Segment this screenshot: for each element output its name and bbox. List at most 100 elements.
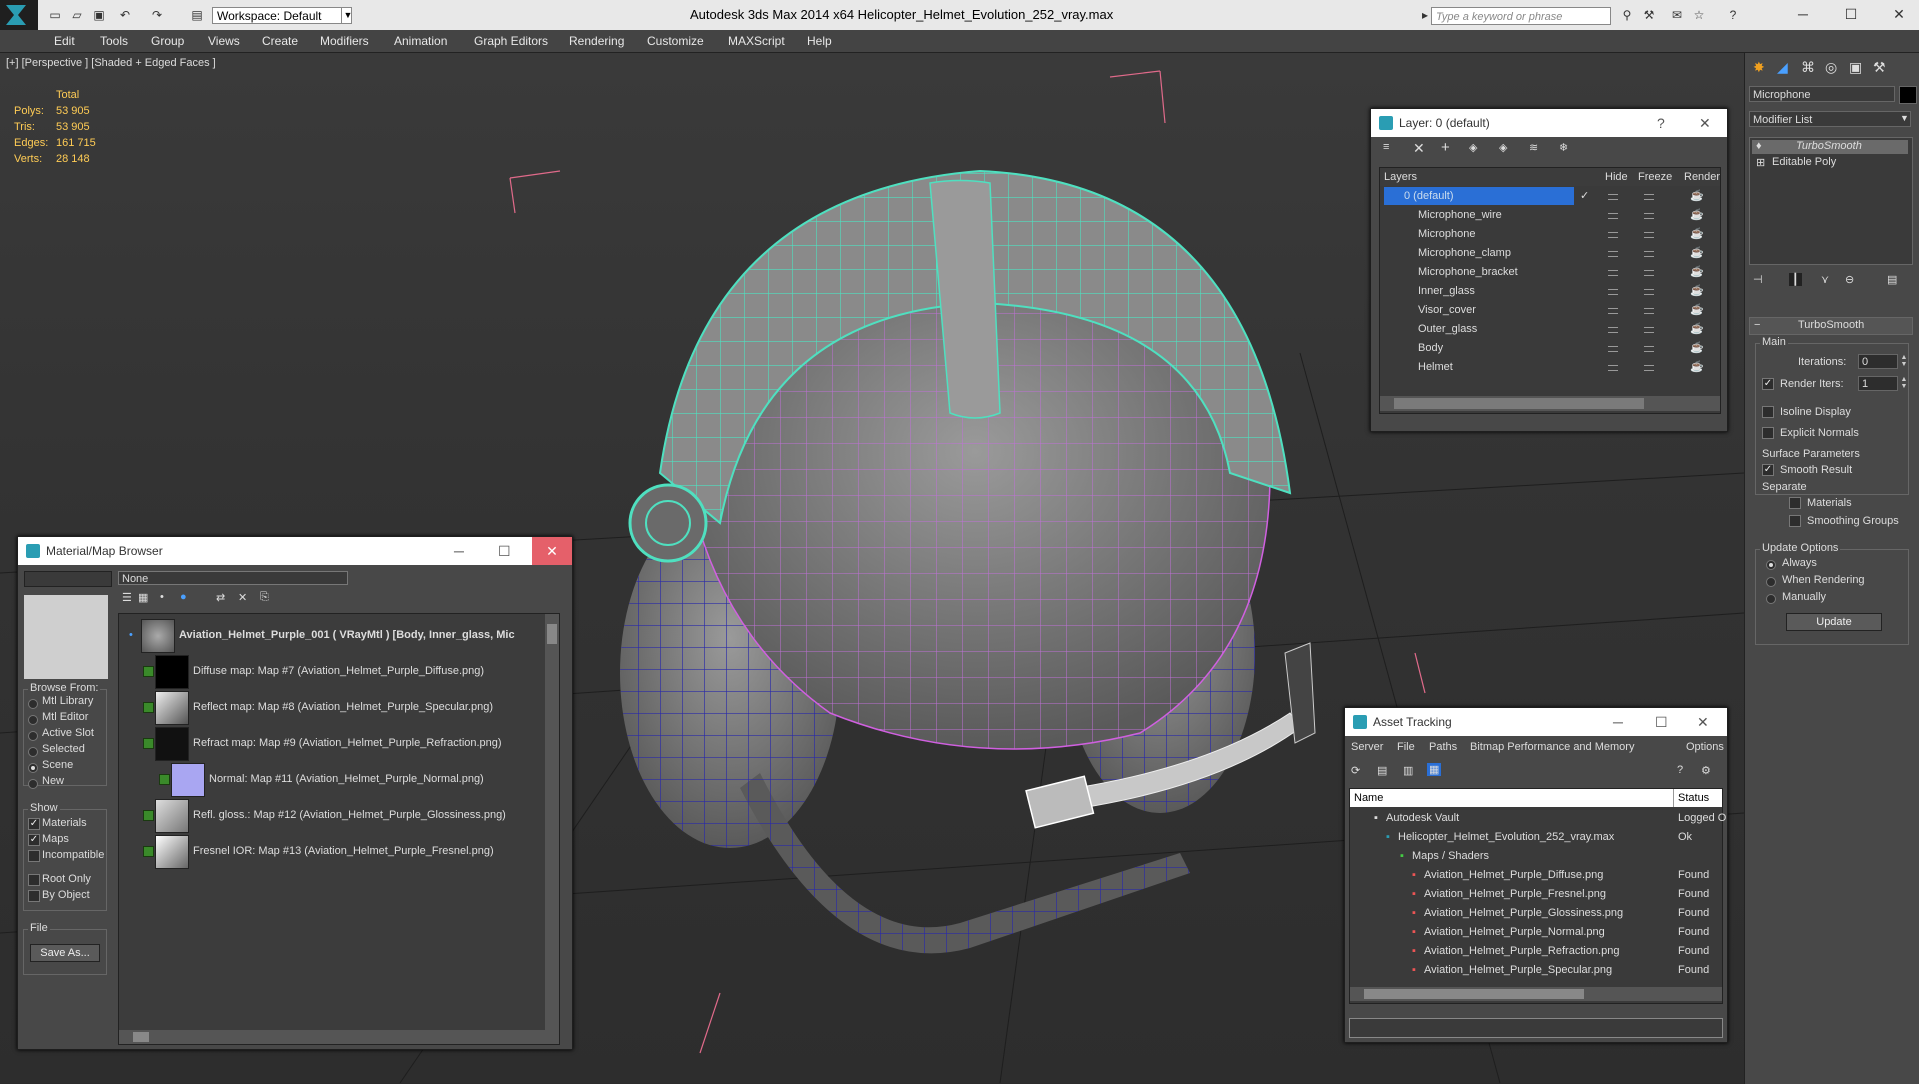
separate-materials-checkbox[interactable] bbox=[1789, 497, 1801, 509]
render-teapot-icon[interactable]: ☕ bbox=[1690, 187, 1704, 206]
modify-tab-icon[interactable]: ◢ bbox=[1777, 59, 1788, 76]
bulb-icon[interactable]: ♦ bbox=[1756, 140, 1762, 152]
menu-group[interactable]: Group bbox=[151, 34, 184, 48]
configure-sets-icon[interactable]: ▤ bbox=[1887, 273, 1897, 286]
asset-row[interactable]: ▪ Aviation_Helmet_Purple_Diffuse.png Found bbox=[1350, 866, 1722, 885]
menu-bitmap-performance[interactable]: Bitmap Performance and Memory bbox=[1470, 741, 1634, 753]
render-teapot-icon[interactable]: ☕ bbox=[1690, 244, 1704, 263]
connect-icon[interactable]: ⇄ bbox=[216, 591, 225, 604]
app-logo-icon[interactable] bbox=[0, 0, 38, 30]
turbosmooth-rollout-header[interactable]: − TurboSmooth bbox=[1749, 317, 1913, 335]
layer-dialog-titlebar[interactable]: Layer: 0 (default) ? ✕ bbox=[1371, 109, 1727, 137]
render-iters-checkbox[interactable]: ✓ bbox=[1762, 378, 1774, 390]
minimize-window-button[interactable]: ─ bbox=[1788, 4, 1818, 24]
material-browser-titlebar[interactable]: Material/Map Browser ─ ☐ ✕ bbox=[18, 537, 572, 565]
favorites-star-icon[interactable]: ☆ bbox=[1692, 8, 1706, 22]
close-icon[interactable]: ✕ bbox=[1697, 708, 1709, 736]
redo-icon[interactable]: ↷ bbox=[150, 8, 164, 22]
asset-row[interactable]: ▪ Aviation_Helmet_Purple_Fresnel.png Found bbox=[1350, 885, 1722, 904]
map-item[interactable]: Refract map: Map #9 (Aviation_Helmet_Pur… bbox=[119, 726, 539, 761]
radio-mtl-editor[interactable] bbox=[28, 715, 38, 725]
asset-row[interactable]: ▪ Aviation_Helmet_Purple_Normal.png Found bbox=[1350, 923, 1722, 942]
options-icon[interactable]: • bbox=[160, 591, 164, 603]
maximize-window-button[interactable]: ☐ bbox=[1836, 4, 1866, 24]
radio-manually[interactable] bbox=[1766, 594, 1776, 604]
menu-animation[interactable]: Animation bbox=[394, 34, 447, 48]
asset-row[interactable]: ▪ Aviation_Helmet_Purple_Specular.png Foun… bbox=[1350, 961, 1722, 980]
asset-path-field[interactable] bbox=[1349, 1018, 1723, 1038]
layer-row[interactable]: Helmet ☕ bbox=[1380, 358, 1720, 377]
menu-paths[interactable]: Paths bbox=[1429, 741, 1457, 753]
asset-tracking-titlebar[interactable]: Asset Tracking ─ ☐ ✕ bbox=[1345, 708, 1727, 736]
radio-active-slot[interactable] bbox=[28, 731, 38, 741]
radio-always[interactable] bbox=[1766, 560, 1776, 570]
render-teapot-icon[interactable]: ☕ bbox=[1690, 263, 1704, 282]
object-color-swatch[interactable] bbox=[1899, 86, 1917, 104]
menu-maxscript[interactable]: MAXScript bbox=[728, 34, 785, 48]
object-name-field[interactable]: Microphone bbox=[1749, 86, 1895, 102]
help-icon[interactable]: ? bbox=[1677, 764, 1683, 776]
asset-row[interactable]: ▪ Aviation_Helmet_Purple_Refraction.png Fo… bbox=[1350, 942, 1722, 961]
save-as-button[interactable]: Save As... bbox=[30, 944, 100, 962]
layer-row[interactable]: Microphone_bracket ☕ bbox=[1380, 263, 1720, 282]
search-by-name-input[interactable]: None bbox=[118, 571, 348, 585]
vertical-scrollbar[interactable] bbox=[545, 614, 559, 1030]
horizontal-scrollbar[interactable] bbox=[119, 1030, 559, 1044]
menu-options[interactable]: Options bbox=[1686, 741, 1724, 753]
refresh-icon[interactable]: ⟳ bbox=[1351, 764, 1360, 777]
minimize-icon[interactable]: ─ bbox=[1613, 708, 1623, 736]
highlight-layer-icon[interactable]: ◈ bbox=[1499, 141, 1507, 154]
incompatible-checkbox[interactable] bbox=[28, 850, 40, 862]
menu-rendering[interactable]: Rendering bbox=[569, 34, 624, 48]
asset-row[interactable]: ▪ Aviation_Helmet_Purple_Glossiness.png Fo… bbox=[1350, 904, 1722, 923]
spinner-arrows-icon[interactable]: ▲ ▼ bbox=[1899, 376, 1909, 391]
help-icon[interactable]: ? bbox=[1726, 8, 1740, 22]
binoculars-icon[interactable]: ⚲ bbox=[1620, 8, 1634, 22]
project-folder-icon[interactable]: ▤ bbox=[190, 8, 204, 22]
add-to-layer-icon[interactable]: + bbox=[1441, 139, 1450, 156]
menu-customize[interactable]: Customize bbox=[647, 34, 704, 48]
close-window-button[interactable]: ✕ bbox=[1884, 4, 1914, 24]
display-tab-icon[interactable]: ▣ bbox=[1849, 59, 1862, 76]
menu-edit[interactable]: Edit bbox=[54, 34, 75, 48]
menu-views[interactable]: Views bbox=[208, 34, 240, 48]
layer-row[interactable]: Visor_cover ☕ bbox=[1380, 301, 1720, 320]
map-item[interactable]: Normal: Map #11 (Aviation_Helmet_Purple_… bbox=[119, 762, 539, 797]
settings-icon[interactable]: ⚙ bbox=[1701, 764, 1711, 777]
radio-scene[interactable] bbox=[28, 763, 38, 773]
menu-server[interactable]: Server bbox=[1351, 741, 1383, 753]
horizontal-scrollbar[interactable] bbox=[1380, 396, 1720, 411]
asset-row[interactable]: ▪ Autodesk Vault Logged O bbox=[1350, 809, 1726, 828]
map-item[interactable]: Reflect map: Map #8 (Aviation_Helmet_Pur… bbox=[119, 690, 539, 725]
map-item[interactable]: Refl. gloss.: Map #12 (Aviation_Helmet_P… bbox=[119, 798, 539, 833]
radio-when-rendering[interactable] bbox=[1766, 577, 1776, 587]
radio-mtl-library[interactable] bbox=[28, 699, 38, 709]
render-teapot-icon[interactable]: ☕ bbox=[1690, 301, 1704, 320]
undo-icon[interactable]: ↶ bbox=[118, 8, 132, 22]
motion-tab-icon[interactable]: ◎ bbox=[1825, 59, 1837, 76]
expand-icon[interactable]: • bbox=[129, 626, 133, 645]
make-unique-icon[interactable]: ⋎ bbox=[1821, 273, 1829, 286]
close-icon[interactable]: ✕ bbox=[1699, 109, 1711, 137]
pin-stack-icon[interactable]: ⊣ bbox=[1753, 273, 1763, 286]
expand-plus-icon[interactable]: ⊞ bbox=[1756, 156, 1765, 169]
material-root-item[interactable]: • Aviation_Helmet_Purple_001 ( VRayMtl )… bbox=[119, 618, 539, 653]
menu-modifiers[interactable]: Modifiers bbox=[320, 34, 369, 48]
menu-create[interactable]: Create bbox=[262, 34, 298, 48]
tree-view-icon[interactable]: ▥ bbox=[1403, 764, 1413, 777]
render-teapot-icon[interactable]: ☕ bbox=[1690, 320, 1704, 339]
layer-row[interactable]: Outer_glass ☕ bbox=[1380, 320, 1720, 339]
small-icons-icon[interactable]: ▦ bbox=[138, 591, 148, 604]
menu-graph-editors[interactable]: Graph Editors bbox=[474, 34, 548, 48]
smooth-result-checkbox[interactable]: ✓ bbox=[1762, 464, 1774, 476]
render-teapot-icon[interactable]: ☕ bbox=[1690, 358, 1704, 377]
copy-icon[interactable]: ⎘ bbox=[260, 591, 269, 604]
chevron-down-icon[interactable]: ▼ bbox=[341, 7, 354, 24]
isoline-display-checkbox[interactable] bbox=[1762, 406, 1774, 418]
sphere-icon[interactable]: ● bbox=[180, 591, 187, 603]
stack-item-editable-poly[interactable]: ⊞ Editable Poly bbox=[1752, 156, 1908, 170]
modifier-list-dropdown[interactable]: Modifier List bbox=[1749, 111, 1911, 127]
close-icon[interactable]: ✕ bbox=[532, 537, 572, 565]
table-view-icon[interactable]: ▦ bbox=[1427, 763, 1442, 776]
communication-icon[interactable]: ✉ bbox=[1670, 8, 1684, 22]
